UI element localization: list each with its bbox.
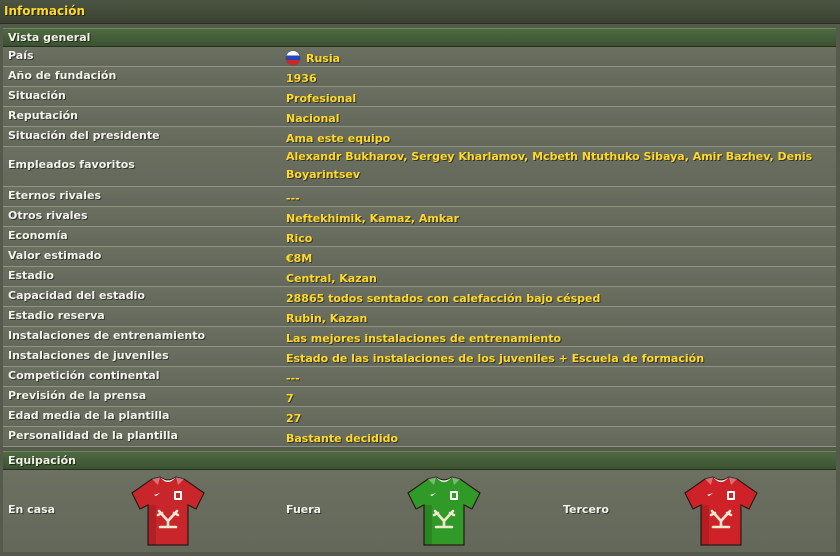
row-label: Previsión de la prensa [8, 389, 147, 402]
info-row-media-prediction: Previsión de la prensa 7 [3, 387, 836, 407]
row-value: Rico [286, 232, 313, 245]
info-row-training-facilities: Instalaciones de entrenamiento Las mejor… [3, 327, 836, 347]
row-value: Profesional [286, 92, 357, 105]
info-row-youth-facilities: Instalaciones de juveniles Estado de las… [3, 347, 836, 367]
row-value-link[interactable]: Alexandr Bukharov, Sergey Kharlamov, Mcb… [286, 148, 831, 184]
kits-header-label: Equipación [8, 454, 76, 467]
overview-table: País Rusia Año de fundación 1936 Situaci… [3, 47, 836, 447]
russia-flag-icon [286, 51, 300, 65]
row-label: Personalidad de la plantilla [8, 429, 178, 442]
row-value[interactable]: Rusia [286, 50, 831, 68]
info-row-continental-competition: Competición continental --- [3, 367, 836, 387]
info-row-eternal-rivals: Eternos rivales --- [3, 187, 836, 207]
row-value-link[interactable]: Rubin, Kazan [286, 310, 831, 328]
overview-section-header[interactable]: Vista general [3, 28, 836, 47]
info-row-finances: Economía Rico [3, 227, 836, 247]
row-value: 7 [286, 392, 294, 405]
row-value: Ama este equipo [286, 132, 391, 145]
row-value: Las mejores instalaciones de entrenamien… [286, 332, 562, 345]
row-value: --- [286, 372, 300, 385]
info-row-favoured-personnel: Empleados favoritos Alexandr Bukharov, S… [3, 147, 836, 187]
row-label: Economía [8, 229, 68, 242]
row-label: Edad media de la plantilla [8, 409, 170, 422]
row-value: Nacional [286, 112, 340, 125]
row-label: Instalaciones de juveniles [8, 349, 169, 362]
kits-section-header[interactable]: Equipación [3, 451, 836, 470]
row-value: 1936 [286, 72, 317, 85]
row-value-link[interactable]: Neftekhimik, Kamaz, Amkar [286, 210, 831, 228]
info-row-founded: Año de fundación 1936 [3, 67, 836, 87]
home-kit-label: En casa [8, 503, 56, 516]
info-row-other-rivals: Otros rivales Neftekhimik, Kamaz, Amkar [3, 207, 836, 227]
row-value: Estado de las instalaciones de los juven… [286, 352, 705, 365]
info-row-stadium-capacity: Capacidad del estadio 28865 todos sentad… [3, 287, 836, 307]
kits-panel: En casa Fuera Tercero [3, 470, 836, 552]
row-value: €8M [286, 252, 313, 265]
info-row-chairman-status: Situación del presidente Ama este equipo [3, 127, 836, 147]
row-label: Situación [8, 89, 66, 102]
info-row-stadium: Estadio Central, Kazan [3, 267, 836, 287]
row-label: Competición continental [8, 369, 160, 382]
info-row-estimated-value: Valor estimado €8M [3, 247, 836, 267]
row-value: 27 [286, 412, 302, 425]
info-row-country: País Rusia [3, 47, 836, 67]
row-label: Reputación [8, 109, 78, 122]
home-kit-shirt-icon[interactable] [130, 475, 206, 547]
third-kit-shirt-icon[interactable] [683, 475, 759, 547]
info-row-squad-personality: Personalidad de la plantilla Bastante de… [3, 427, 836, 447]
away-kit-label: Fuera [286, 503, 322, 516]
row-label: Año de fundación [8, 69, 117, 82]
row-label: Capacidad del estadio [8, 289, 145, 302]
info-row-reserve-stadium: Estadio reserva Rubin, Kazan [3, 307, 836, 327]
row-label: Instalaciones de entrenamiento [8, 329, 206, 342]
row-value: --- [286, 192, 300, 205]
row-value-link[interactable]: Central, Kazan [286, 270, 831, 288]
overview-header-label: Vista general [8, 31, 91, 44]
row-label: Otros rivales [8, 209, 88, 222]
info-row-status: Situación Profesional [3, 87, 836, 107]
country-name[interactable]: Rusia [306, 52, 340, 65]
panel-title: Información [4, 4, 86, 18]
row-value: Bastante decidido [286, 432, 399, 445]
row-label: Estadio [8, 269, 54, 282]
row-label: Situación del presidente [8, 129, 160, 142]
away-kit-shirt-icon[interactable] [406, 475, 482, 547]
info-row-average-age: Edad media de la plantilla 27 [3, 407, 836, 427]
info-row-reputation: Reputación Nacional [3, 107, 836, 127]
row-value: 28865 todos sentados con calefacción baj… [286, 292, 601, 305]
row-label: País [8, 49, 34, 62]
third-kit-label: Tercero [563, 503, 609, 516]
row-label: Estadio reserva [8, 309, 105, 322]
row-label: Eternos rivales [8, 189, 101, 202]
panel-title-bar: Información [0, 0, 840, 24]
row-label: Empleados favoritos [8, 158, 135, 171]
row-label: Valor estimado [8, 249, 102, 262]
